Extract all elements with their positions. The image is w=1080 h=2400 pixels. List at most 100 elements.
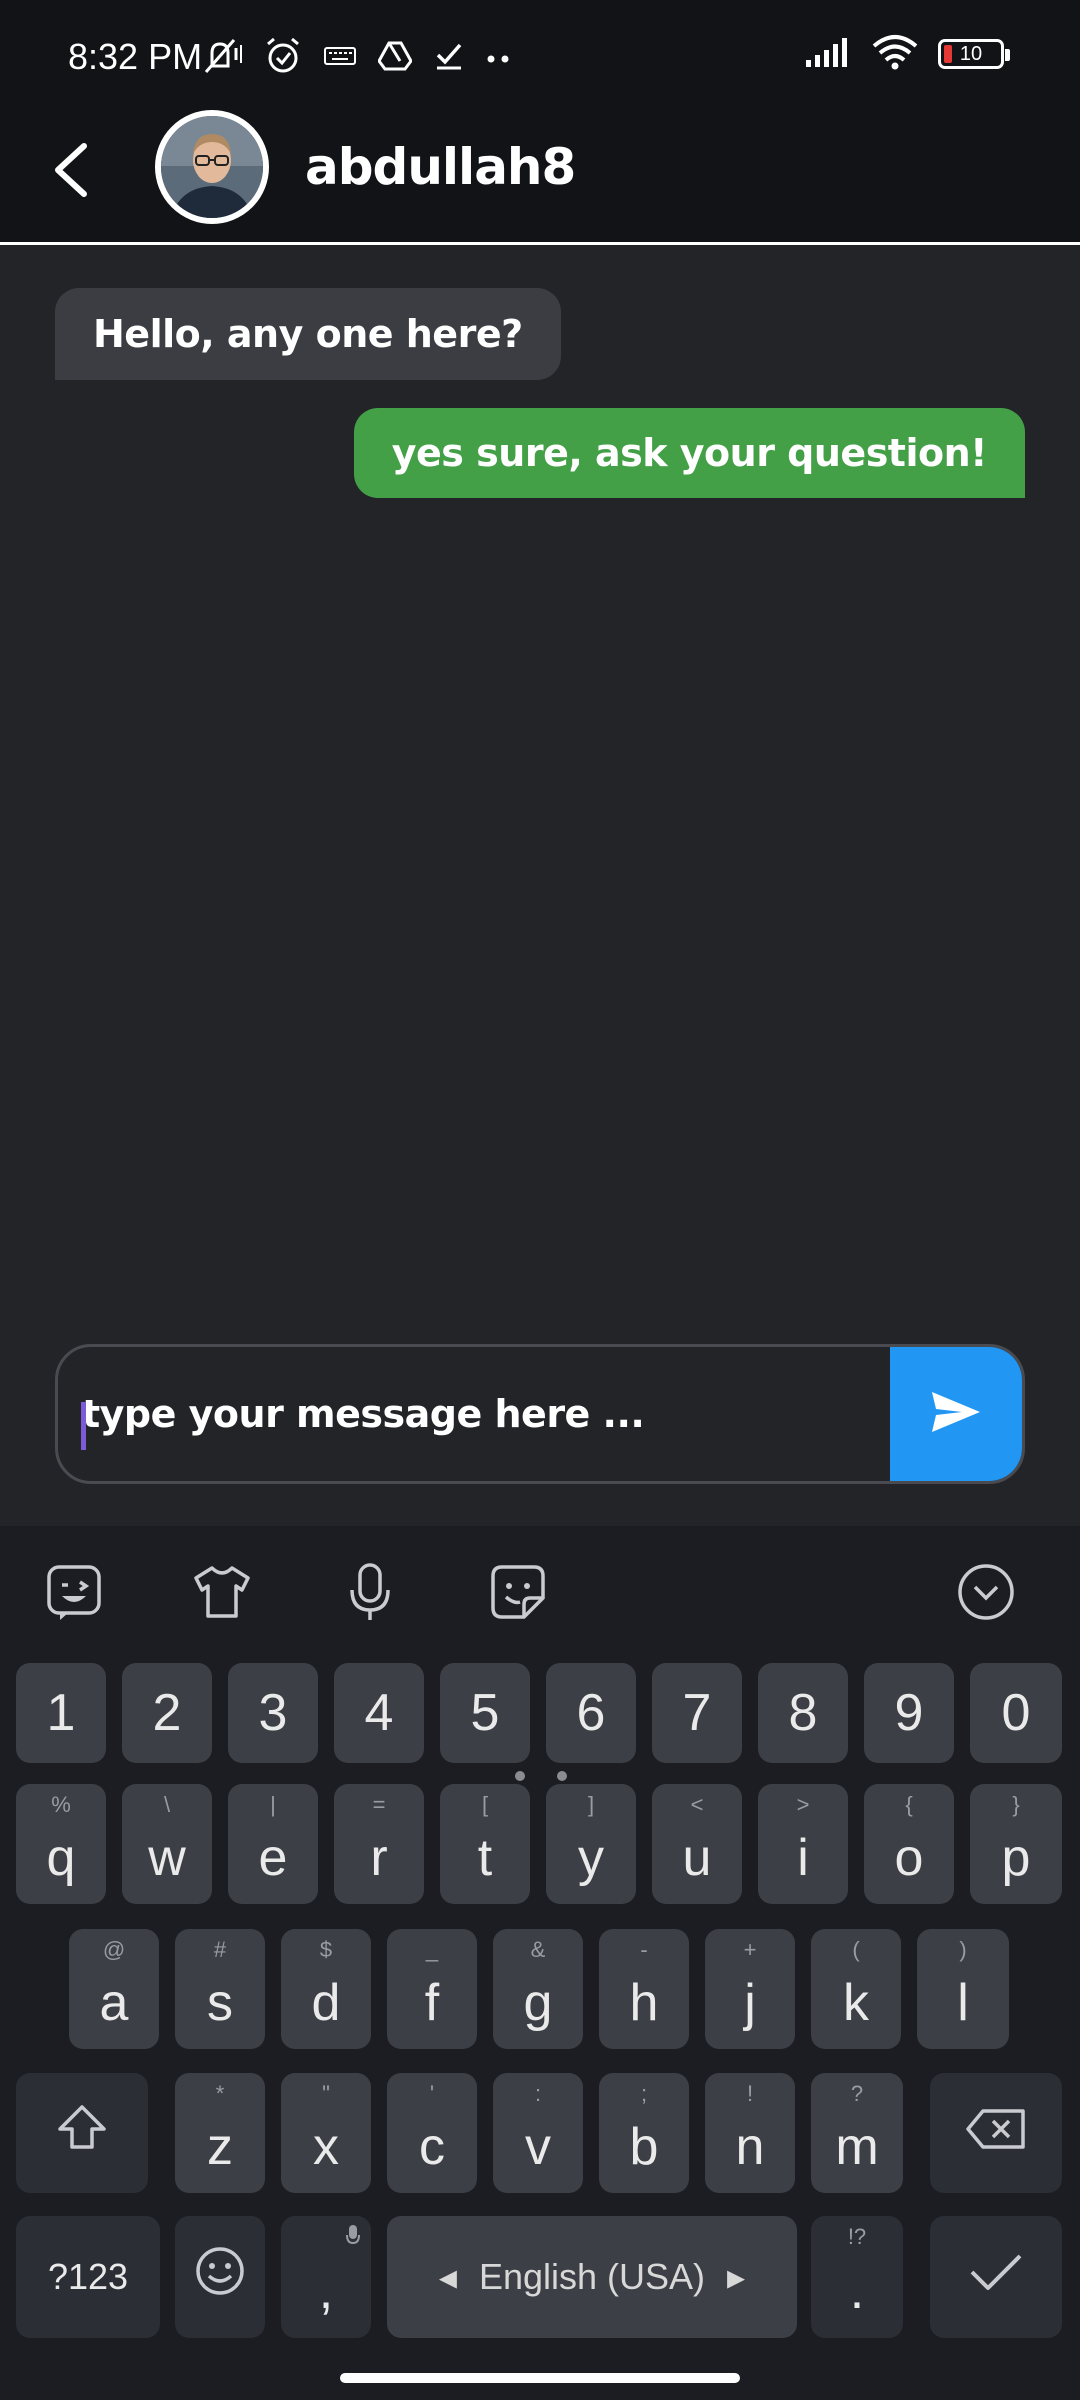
shift-key[interactable] bbox=[16, 2073, 148, 2193]
key-label: 7 bbox=[682, 1684, 712, 1742]
text-caret bbox=[81, 1402, 86, 1450]
key-y[interactable]: ] y bbox=[546, 1784, 636, 1904]
period-key[interactable]: !? . bbox=[811, 2216, 903, 2338]
key-s[interactable]: # s bbox=[175, 1929, 265, 2049]
space-key[interactable]: ◂ English (USA) ▸ bbox=[387, 2216, 797, 2338]
key-label: s bbox=[207, 1974, 233, 2032]
key-8[interactable]: 8 bbox=[758, 1663, 848, 1763]
key-label: , bbox=[318, 2262, 334, 2320]
emoji-icon bbox=[195, 2246, 245, 2309]
key-f[interactable]: _ f bbox=[387, 1929, 477, 2049]
avatar[interactable] bbox=[155, 110, 269, 224]
soft-keyboard: 1 2 3 4 5 6 7 8 9 0 % q \ w | e = r [t ] y < u… bbox=[0, 1526, 1080, 2400]
key-label: y bbox=[578, 1829, 604, 1887]
incoming-message: Hello, any one here? bbox=[55, 288, 561, 380]
key-w[interactable]: \ w bbox=[122, 1784, 212, 1904]
emoji-sticker-icon[interactable] bbox=[488, 1562, 548, 1622]
key-9[interactable]: 9 bbox=[864, 1663, 954, 1763]
send-button[interactable] bbox=[890, 1347, 1022, 1481]
key-label: 2 bbox=[152, 1684, 182, 1742]
key-alt-label: - bbox=[640, 1937, 648, 1962]
key-label: 6 bbox=[576, 1684, 606, 1742]
collapse-keyboard-icon[interactable] bbox=[956, 1562, 1016, 1622]
key-label: g bbox=[523, 1974, 553, 2032]
key-label: z bbox=[207, 2118, 233, 2176]
key-3[interactable]: 3 bbox=[228, 1663, 318, 1763]
key-1[interactable]: 1 bbox=[16, 1663, 106, 1763]
key-o[interactable]: {o bbox=[864, 1784, 954, 1904]
key-l[interactable]: ) l bbox=[917, 1929, 1009, 2049]
key-alt-label: ' bbox=[429, 2081, 435, 2106]
key-e[interactable]: | e bbox=[228, 1784, 318, 1904]
key-5[interactable]: 5 bbox=[440, 1663, 530, 1763]
key-6[interactable]: 6 bbox=[546, 1663, 636, 1763]
key-label: h bbox=[629, 1974, 659, 2032]
key-q[interactable]: % q bbox=[16, 1784, 106, 1904]
key-4[interactable]: 4 bbox=[334, 1663, 424, 1763]
key-alt-label: $ bbox=[319, 1937, 333, 1962]
key-0[interactable]: 0 bbox=[970, 1663, 1062, 1763]
key-label: c bbox=[419, 2118, 445, 2176]
key-i[interactable]: > i bbox=[758, 1784, 848, 1904]
key-a[interactable]: @ a bbox=[69, 1929, 159, 2049]
enter-key[interactable] bbox=[930, 2216, 1062, 2338]
wifi-icon bbox=[872, 34, 918, 74]
key-alt-label: ( bbox=[852, 1937, 860, 1962]
key-alt-label: _ bbox=[425, 1937, 439, 1962]
space-key-label: ◂ English (USA) ▸ bbox=[439, 2256, 745, 2298]
key-7[interactable]: 7 bbox=[652, 1663, 742, 1763]
key-n[interactable]: ! n bbox=[705, 2073, 795, 2193]
key-alt-label: % bbox=[51, 1792, 71, 1817]
key-h[interactable]: -h bbox=[599, 1929, 689, 2049]
key-label: t bbox=[477, 1829, 493, 1887]
key-label: b bbox=[629, 2118, 659, 2176]
key-x[interactable]: " x bbox=[281, 2073, 371, 2193]
key-u[interactable]: < u bbox=[652, 1784, 742, 1904]
key-v[interactable]: :v bbox=[493, 2073, 583, 2193]
sticker-icon[interactable] bbox=[44, 1562, 104, 1622]
key-j[interactable]: + j bbox=[705, 1929, 795, 2049]
key-label: d bbox=[311, 1974, 341, 2032]
key-label: p bbox=[1001, 1829, 1031, 1887]
emoji-key[interactable] bbox=[175, 2216, 265, 2338]
microphone-icon[interactable] bbox=[340, 1562, 400, 1622]
key-label: w bbox=[148, 1829, 186, 1887]
symbols-key[interactable]: ?123 bbox=[16, 2216, 160, 2338]
theme-shirt-icon[interactable] bbox=[192, 1562, 252, 1622]
key-alt-label: ) bbox=[959, 1937, 967, 1962]
comma-key[interactable]: , bbox=[281, 2216, 371, 2338]
key-m[interactable]: ? m bbox=[811, 2073, 903, 2193]
message-input[interactable] bbox=[82, 1347, 922, 1481]
key-label: 4 bbox=[364, 1684, 394, 1742]
key-2[interactable]: 2 bbox=[122, 1663, 212, 1763]
pager-dot bbox=[557, 1771, 567, 1781]
key-p[interactable]: } p bbox=[970, 1784, 1062, 1904]
key-alt-label: * bbox=[215, 2081, 225, 2106]
key-b[interactable]: ; b bbox=[599, 2073, 689, 2193]
key-alt-label: \ bbox=[163, 1792, 171, 1817]
keyboard-icon bbox=[324, 46, 356, 70]
key-label: 1 bbox=[46, 1684, 76, 1742]
chevron-left-icon bbox=[48, 140, 92, 204]
key-label: e bbox=[258, 1829, 288, 1887]
key-k[interactable]: (k bbox=[811, 1929, 901, 2049]
send-icon bbox=[928, 1388, 984, 1440]
key-d[interactable]: $ d bbox=[281, 1929, 371, 2049]
key-label: k bbox=[843, 1974, 869, 2032]
message-composer bbox=[55, 1344, 1025, 1484]
key-r[interactable]: = r bbox=[334, 1784, 424, 1904]
language-label: English (USA) bbox=[478, 2256, 706, 2297]
key-g[interactable]: & g bbox=[493, 1929, 583, 2049]
key-z[interactable]: * z bbox=[175, 2073, 265, 2193]
back-button[interactable] bbox=[30, 132, 110, 212]
key-label: r bbox=[370, 1829, 388, 1887]
key-label: ?123 bbox=[47, 2256, 129, 2297]
key-t[interactable]: [t bbox=[440, 1784, 530, 1904]
key-label: u bbox=[682, 1829, 712, 1887]
pager-dot bbox=[515, 1771, 525, 1781]
home-indicator[interactable] bbox=[340, 2373, 740, 2383]
check-icon bbox=[968, 2247, 1024, 2307]
key-c[interactable]: ' c bbox=[387, 2073, 477, 2193]
backspace-key[interactable] bbox=[930, 2073, 1062, 2193]
key-label: n bbox=[735, 2118, 765, 2176]
